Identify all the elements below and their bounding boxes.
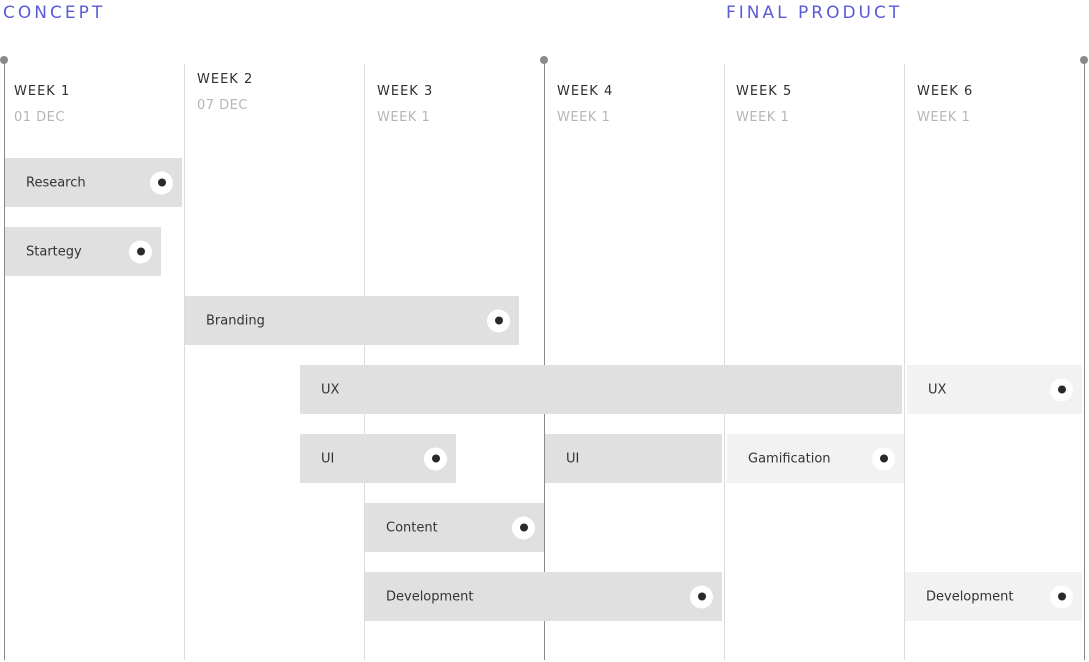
task-bar-research[interactable]: Research	[5, 158, 182, 207]
week-header: WEEK 3 WEEK 1	[377, 84, 433, 125]
week-divider-line	[904, 64, 905, 660]
task-bar-development[interactable]: Development	[905, 572, 1082, 621]
phase-title-concept: CONCEPT	[3, 3, 106, 23]
task-bar-development[interactable]: Development	[365, 572, 722, 621]
task-label: Development	[386, 589, 474, 604]
task-milestone-icon[interactable]	[487, 309, 510, 332]
week-date: WEEK 1	[736, 110, 790, 125]
task-milestone-icon[interactable]	[872, 447, 895, 470]
task-label: UX	[928, 382, 947, 397]
week-date: WEEK 1	[917, 110, 971, 125]
task-bar-ux[interactable]: UX	[300, 365, 902, 414]
phase-divider-line	[1084, 60, 1085, 660]
week-label: WEEK 5	[736, 84, 793, 99]
task-bar-ux[interactable]: UX	[907, 365, 1082, 414]
task-milestone-icon[interactable]	[129, 240, 152, 263]
week-label: WEEK 4	[557, 84, 614, 99]
task-bar-ui[interactable]: UI	[545, 434, 722, 483]
week-header: WEEK 5 WEEK 1	[736, 84, 792, 125]
week-date: WEEK 1	[377, 110, 431, 125]
task-label: UX	[321, 382, 340, 397]
task-bar-branding[interactable]: Branding	[185, 296, 519, 345]
week-label: WEEK 3	[377, 84, 434, 99]
task-milestone-icon[interactable]	[512, 516, 535, 539]
task-label: Development	[926, 589, 1014, 604]
phase-title-final-product: FINAL PRODUCT	[726, 3, 903, 23]
week-label: WEEK 2	[197, 72, 254, 87]
task-bar-gamification[interactable]: Gamification	[727, 434, 904, 483]
task-label: UI	[321, 451, 335, 466]
week-header: WEEK 1 01 DEC	[14, 84, 70, 125]
week-header: WEEK 4 WEEK 1	[557, 84, 613, 125]
week-label: WEEK 6	[917, 84, 974, 99]
week-divider-line	[724, 64, 725, 660]
task-label: Research	[26, 175, 86, 190]
week-date: 07 DEC	[197, 98, 248, 113]
task-label: Gamification	[748, 451, 831, 466]
task-bar-content[interactable]: Content	[365, 503, 544, 552]
task-label: Startegy	[26, 244, 82, 259]
task-milestone-icon[interactable]	[690, 585, 713, 608]
phase-divider-line	[544, 60, 545, 660]
phase-divider-line	[4, 60, 5, 660]
task-label: Branding	[206, 313, 265, 328]
task-milestone-icon[interactable]	[1050, 378, 1073, 401]
week-header: WEEK 2 07 DEC	[197, 72, 253, 113]
week-label: WEEK 1	[14, 84, 71, 99]
task-milestone-icon[interactable]	[424, 447, 447, 470]
week-divider-line	[364, 64, 365, 660]
task-bar-startegy[interactable]: Startegy	[5, 227, 161, 276]
task-bar-ui[interactable]: UI	[300, 434, 456, 483]
week-divider-line	[184, 64, 185, 660]
task-milestone-icon[interactable]	[150, 171, 173, 194]
task-label: Content	[386, 520, 438, 535]
week-date: WEEK 1	[557, 110, 611, 125]
week-date: 01 DEC	[14, 110, 65, 125]
task-milestone-icon[interactable]	[1050, 585, 1073, 608]
week-header: WEEK 6 WEEK 1	[917, 84, 973, 125]
task-label: UI	[566, 451, 580, 466]
